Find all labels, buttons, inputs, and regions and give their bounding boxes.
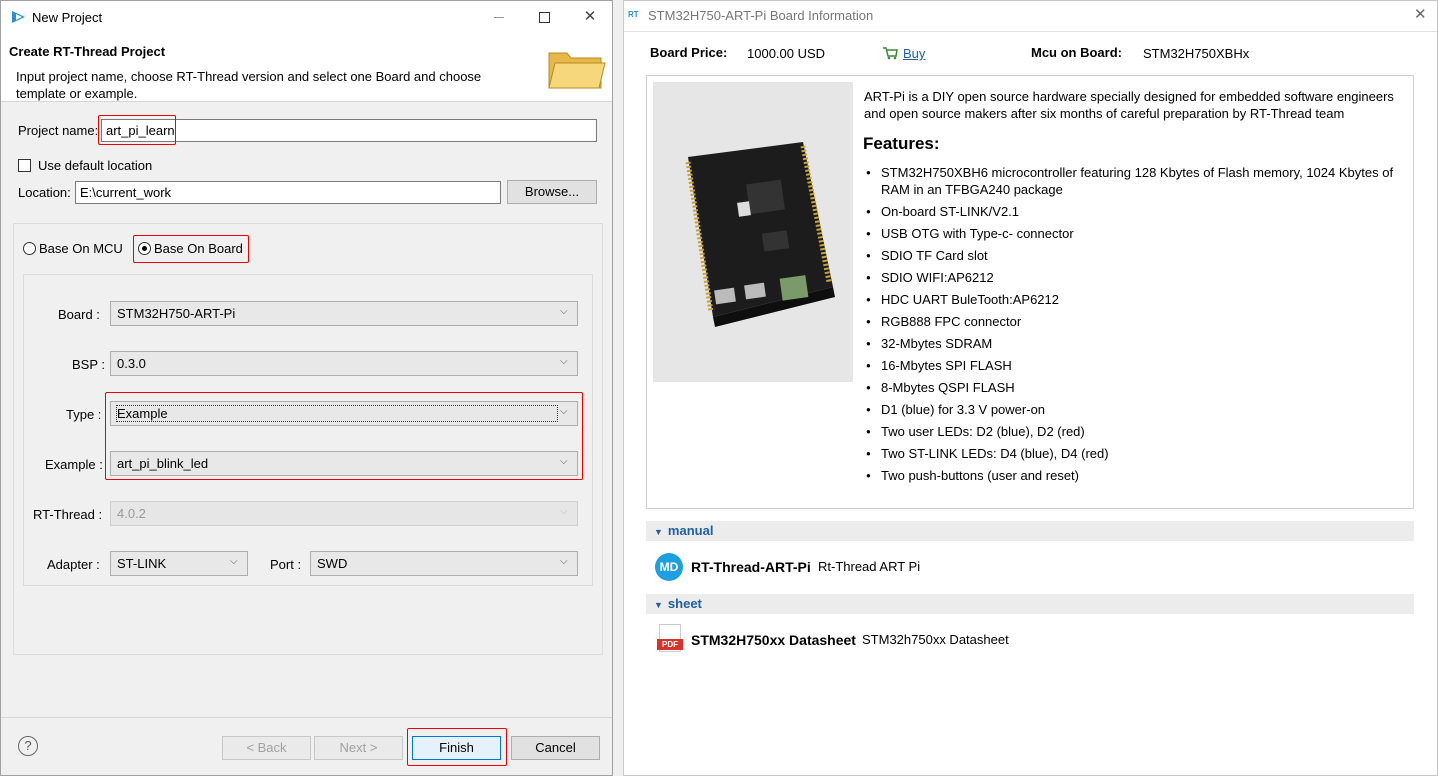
rtthread-label: RT-Thread :	[33, 507, 103, 522]
highlight-project-name	[98, 115, 176, 145]
port-label: Port :	[270, 557, 302, 572]
sheet-section-header[interactable]: ▼ sheet	[646, 594, 1414, 614]
manual-section-label: manual	[667, 523, 714, 538]
location-input[interactable]: E:\current_work	[75, 181, 501, 204]
chevron-down-icon: ⌵	[560, 556, 568, 567]
markdown-doc-icon: MD	[655, 553, 683, 581]
collapse-triangle-icon: ▼	[654, 527, 663, 537]
maximize-icon	[538, 11, 550, 23]
pdf-icon: PDF	[657, 624, 683, 652]
close-icon[interactable]: ✕	[1414, 5, 1427, 23]
header-title: Create RT-Thread Project	[9, 44, 166, 59]
board-select-value: STM32H750-ART-Pi	[117, 306, 236, 321]
help-icon[interactable]: ?	[18, 736, 38, 756]
feature-item: 8-Mbytes QSPI FLASH	[864, 379, 1409, 396]
dialog-header: Create RT-Thread Project Input project n…	[1, 33, 612, 102]
use-default-location-checkbox[interactable]	[18, 159, 31, 172]
feature-item: SDIO WIFI:AP6212	[864, 269, 1409, 286]
info-window-title: STM32H750-ART-Pi Board Information	[648, 8, 874, 23]
chevron-down-icon: ⌵	[560, 306, 568, 317]
maximize-button[interactable]	[523, 5, 565, 29]
highlight-finish	[407, 728, 507, 766]
example-label: Example :	[45, 457, 103, 472]
feature-item: On-board ST-LINK/V2.1	[864, 203, 1409, 220]
next-button[interactable]: Next >	[314, 736, 403, 760]
board-price-value: 1000.00 USD	[747, 46, 826, 61]
highlight-type-example	[105, 392, 583, 480]
dialog-title: New Project	[32, 10, 103, 25]
cancel-button[interactable]: Cancel	[511, 736, 600, 760]
datasheet-link-title[interactable]: STM32H750xx Datasheet	[691, 632, 856, 648]
manual-section-header[interactable]: ▼ manual	[646, 521, 1414, 541]
mcu-on-board-label: Mcu on Board:	[1031, 45, 1122, 60]
highlight-base-on-board	[133, 235, 249, 263]
rtthread-select-value: 4.0.2	[117, 506, 146, 521]
browse-button[interactable]: Browse...	[507, 180, 597, 204]
header-description: Input project name, choose RT-Thread ver…	[16, 69, 482, 101]
feature-item: SDIO TF Card slot	[864, 247, 1409, 264]
port-select-value: SWD	[317, 556, 348, 571]
back-button[interactable]: < Back	[222, 736, 311, 760]
mcu-on-board-value: STM32H750XBHx	[1143, 46, 1250, 61]
collapse-triangle-icon: ▼	[654, 600, 663, 610]
close-button[interactable]: ✕	[569, 5, 611, 29]
bsp-label: BSP :	[72, 357, 106, 372]
buy-link[interactable]: Buy	[903, 46, 925, 61]
info-titlebar: RT STM32H750-ART-Pi Board Information ✕	[624, 1, 1437, 32]
feature-item: 32-Mbytes SDRAM	[864, 335, 1409, 352]
board-select[interactable]: STM32H750-ART-Pi ⌵	[110, 301, 578, 326]
feature-item: Two ST-LINK LEDs: D4 (blue), D4 (red)	[864, 445, 1409, 462]
project-name-label: Project name:	[18, 123, 99, 138]
chevron-down-icon: ⌵	[560, 506, 568, 517]
cart-icon	[883, 47, 898, 60]
board-price-label: Board Price:	[650, 45, 728, 60]
adapter-select[interactable]: ST-LINK ⌵	[110, 551, 248, 576]
folder-icon	[548, 52, 606, 89]
location-label: Location:	[18, 185, 71, 200]
feature-item: D1 (blue) for 3.3 V power-on	[864, 401, 1409, 418]
feature-item: 16-Mbytes SPI FLASH	[864, 357, 1409, 374]
feature-item: HDC UART BuleTooth:AP6212	[864, 291, 1409, 308]
type-label: Type :	[66, 407, 102, 422]
use-default-location-label: Use default location	[38, 158, 153, 173]
minimize-button[interactable]	[478, 5, 520, 29]
app-logo-icon	[12, 11, 25, 23]
dialog-titlebar: New Project ✕	[1, 1, 612, 33]
board-label: Board :	[58, 307, 100, 322]
sheet-section-label: sheet	[667, 596, 702, 611]
adapter-label: Adapter :	[47, 557, 100, 572]
feature-item: STM32H750XBH6 microcontroller featuring …	[864, 164, 1409, 198]
features-list: STM32H750XBH6 microcontroller featuring …	[864, 164, 1409, 489]
manual-link-desc: Rt-Thread ART Pi	[818, 559, 921, 574]
features-title: Features:	[863, 134, 940, 153]
rt-logo-icon: RT	[628, 10, 639, 19]
board-image	[653, 82, 853, 382]
feature-item: USB OTG with Type-c- connector	[864, 225, 1409, 242]
base-on-mcu-radio[interactable]	[23, 242, 36, 255]
feature-item: Two push-buttons (user and reset)	[864, 467, 1409, 484]
chevron-down-icon: ⌵	[560, 356, 568, 367]
feature-item: Two user LEDs: D2 (blue), D2 (red)	[864, 423, 1409, 440]
datasheet-link-desc: STM32h750xx Datasheet	[862, 632, 1009, 647]
pdf-badge: PDF	[657, 639, 683, 650]
board-information-window: RT STM32H750-ART-Pi Board Information ✕ …	[623, 0, 1438, 776]
manual-link-title[interactable]: RT-Thread-ART-Pi	[691, 559, 811, 575]
features-box: ART-Pi is a DIY open source hardware spe…	[646, 75, 1414, 509]
base-on-mcu-label: Base On MCU	[39, 241, 123, 256]
new-project-dialog: New Project ✕ Create RT-Thread Project I…	[0, 0, 613, 776]
bsp-select[interactable]: 0.3.0 ⌵	[110, 351, 578, 376]
adapter-select-value: ST-LINK	[117, 556, 167, 571]
feature-item: RGB888 FPC connector	[864, 313, 1409, 330]
rtthread-version-select: 4.0.2 ⌵	[110, 501, 578, 526]
board-intro: ART-Pi is a DIY open source hardware spe…	[864, 89, 1394, 121]
close-icon: ✕	[583, 8, 597, 25]
minimize-icon	[494, 16, 504, 18]
port-select[interactable]: SWD ⌵	[310, 551, 578, 576]
footer-divider	[1, 717, 612, 718]
chevron-down-icon: ⌵	[230, 556, 238, 567]
bsp-select-value: 0.3.0	[117, 356, 146, 371]
